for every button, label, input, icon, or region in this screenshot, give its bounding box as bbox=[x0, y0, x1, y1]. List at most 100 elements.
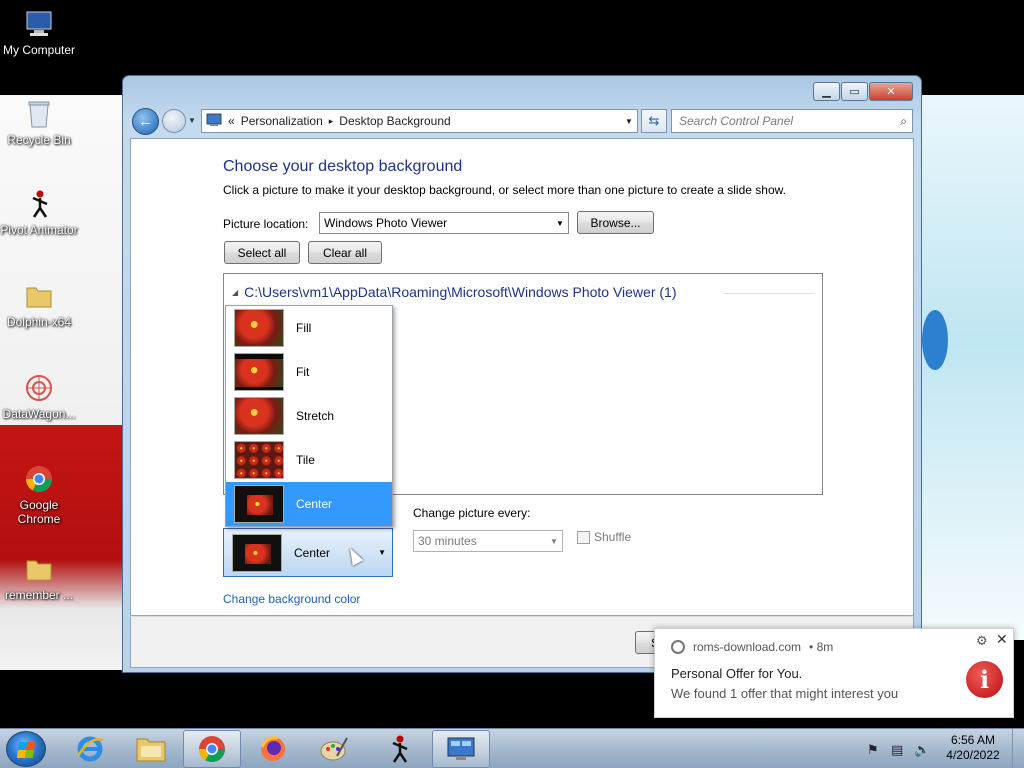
taskbar-pivot[interactable] bbox=[370, 730, 428, 768]
group-path: C:\Users\vm1\AppData\Roaming\Microsoft\W… bbox=[244, 284, 677, 300]
desktop-icon-label: Dolphin-x64 bbox=[6, 315, 72, 329]
center-thumbnail bbox=[234, 485, 284, 523]
taskbar-firefox[interactable] bbox=[244, 730, 302, 768]
notification-toast[interactable]: roms-download.com • 8m ⚙ ✕ Personal Offe… bbox=[654, 628, 1014, 718]
picture-position-dropdown[interactable]: Center ▼ bbox=[223, 528, 393, 577]
taskbar-internet-explorer[interactable] bbox=[61, 730, 119, 768]
picture-position-menu: Fill Fit Stretch Tile Center bbox=[225, 305, 393, 527]
computer-icon bbox=[23, 8, 55, 40]
breadcrumb-personalization[interactable]: Personalization bbox=[241, 114, 323, 128]
clear-all-button[interactable]: Clear all bbox=[308, 241, 382, 264]
chevron-down-icon: ▼ bbox=[550, 536, 558, 546]
page-subtitle: Click a picture to make it your desktop … bbox=[223, 183, 786, 197]
position-option-stretch[interactable]: Stretch bbox=[226, 394, 392, 438]
address-dropdown-icon[interactable]: ▼ bbox=[621, 117, 637, 126]
shuffle-label: Shuffle bbox=[594, 530, 632, 544]
close-icon: ✕ bbox=[886, 86, 896, 98]
breadcrumb-separator-icon[interactable]: ▸ bbox=[329, 116, 334, 127]
refresh-icon: ⇆ bbox=[648, 113, 660, 128]
windows-logo-icon bbox=[16, 742, 36, 758]
minimize-icon: ▁ bbox=[822, 86, 831, 98]
pivot-animator-icon bbox=[23, 188, 55, 220]
taskbar-paint[interactable] bbox=[305, 730, 363, 768]
picture-location-select[interactable]: Windows Photo Viewer ▼ bbox=[319, 212, 569, 234]
minimize-button[interactable]: ▁ bbox=[813, 82, 840, 101]
desktop-icon-recycle-bin[interactable]: Recycle Bin bbox=[0, 98, 78, 147]
position-option-fit[interactable]: Fit bbox=[226, 350, 392, 394]
desktop-icon-dolphin[interactable]: Dolphin-x64 bbox=[0, 280, 78, 329]
maximize-button[interactable]: ▭ bbox=[841, 82, 868, 101]
search-input[interactable]: Search Control Panel ⌕ bbox=[671, 109, 913, 133]
internet-explorer-icon bbox=[76, 736, 104, 762]
desktop-icon-datawagon[interactable]: DataWagon... bbox=[0, 372, 78, 421]
firefox-icon bbox=[260, 736, 285, 761]
change-picture-every-value: 30 minutes bbox=[418, 534, 477, 548]
change-background-color-link[interactable]: Change background color bbox=[223, 592, 360, 606]
browse-button[interactable]: Browse... bbox=[577, 211, 654, 234]
desktop-icon-my-computer[interactable]: My Computer bbox=[0, 8, 78, 57]
position-option-label: Stretch bbox=[296, 409, 335, 423]
address-chevron[interactable]: « bbox=[228, 114, 235, 128]
folder-icon bbox=[23, 280, 55, 312]
group-divider bbox=[724, 293, 814, 294]
position-option-label: Center bbox=[296, 497, 333, 511]
clock-date: 4/20/2022 bbox=[946, 748, 1000, 762]
desktop-icon-label: DataWagon... bbox=[2, 407, 76, 421]
notification-title: Personal Offer for You. bbox=[671, 666, 803, 681]
desktop-icon-google-chrome[interactable]: Google Chrome bbox=[0, 463, 78, 526]
volume-icon[interactable]: 🔈 bbox=[914, 742, 930, 758]
clock-time: 6:56 AM bbox=[950, 733, 996, 747]
network-icon[interactable]: ▤ bbox=[891, 742, 903, 758]
select-all-button[interactable]: Select all bbox=[224, 241, 300, 264]
chrome-icon bbox=[23, 463, 55, 495]
back-button[interactable]: ← bbox=[132, 108, 159, 135]
position-option-tile[interactable]: Tile bbox=[226, 438, 392, 482]
desktop-icon-label: My Computer bbox=[2, 43, 76, 57]
desktop-icon-label: Recycle Bin bbox=[7, 133, 71, 147]
picture-position-value: Center bbox=[294, 545, 331, 560]
window-controls: ▁ ▭ ✕ bbox=[813, 82, 913, 101]
change-picture-every-select[interactable]: 30 minutes ▼ bbox=[413, 530, 563, 552]
taskbar: ⚑ ▤ 🔈 bbox=[0, 728, 1024, 768]
wallpaper-red bbox=[0, 425, 125, 670]
position-option-center[interactable]: Center bbox=[226, 482, 392, 526]
history-dropdown-icon[interactable]: ▼ bbox=[188, 116, 196, 125]
taskbar-chrome[interactable] bbox=[183, 730, 241, 768]
position-option-label: Fill bbox=[296, 321, 312, 335]
action-center-flag-icon[interactable]: ⚑ bbox=[867, 742, 879, 758]
wallpaper-blob bbox=[922, 310, 948, 370]
notification-domain: roms-download.com bbox=[693, 640, 802, 654]
collapse-triangle-icon[interactable]: ◢ bbox=[232, 288, 238, 297]
show-desktop-button[interactable] bbox=[1012, 729, 1024, 768]
fill-thumbnail bbox=[234, 309, 284, 347]
taskbar-clock[interactable]: 6:56 AM 4/20/2022 bbox=[944, 733, 1002, 763]
forward-button[interactable] bbox=[162, 109, 186, 133]
explorer-icon bbox=[136, 738, 166, 762]
center-thumbnail bbox=[232, 533, 282, 572]
search-icon[interactable]: ⌕ bbox=[900, 114, 907, 129]
position-option-fill[interactable]: Fill bbox=[226, 306, 392, 350]
desktop-icon-remember[interactable]: remember ... bbox=[0, 553, 78, 602]
close-icon[interactable]: ✕ bbox=[996, 631, 1008, 648]
taskbar-explorer[interactable] bbox=[122, 730, 180, 768]
shuffle-checkbox[interactable]: Shuffle bbox=[577, 530, 631, 544]
shuffle-checkbox-box[interactable] bbox=[577, 530, 590, 544]
stretch-thumbnail bbox=[234, 397, 284, 435]
gear-icon[interactable]: ⚙ bbox=[976, 633, 988, 649]
address-bar[interactable]: « Personalization ▸ Desktop Background ▼ bbox=[201, 109, 638, 133]
picture-location-value: Windows Photo Viewer bbox=[324, 216, 448, 230]
change-picture-every-label: Change picture every: bbox=[413, 506, 531, 520]
picture-location-label: Picture location: bbox=[223, 217, 309, 231]
position-option-label: Tile bbox=[296, 453, 315, 467]
breadcrumb-desktop-background[interactable]: Desktop Background bbox=[339, 114, 450, 128]
tile-thumbnail bbox=[234, 441, 284, 479]
start-button[interactable] bbox=[6, 731, 46, 767]
desktop-icon-pivot-animator[interactable]: Pivot Animator bbox=[0, 188, 78, 237]
close-button[interactable]: ✕ bbox=[869, 82, 913, 101]
chrome-icon bbox=[198, 736, 226, 763]
group-header[interactable]: ◢ C:\Users\vm1\AppData\Roaming\Microsoft… bbox=[232, 284, 677, 300]
taskbar-control-panel[interactable] bbox=[432, 730, 490, 768]
globe-icon bbox=[671, 640, 685, 654]
chevron-down-icon: ▼ bbox=[556, 218, 564, 228]
refresh-button[interactable]: ⇆ bbox=[641, 109, 667, 133]
